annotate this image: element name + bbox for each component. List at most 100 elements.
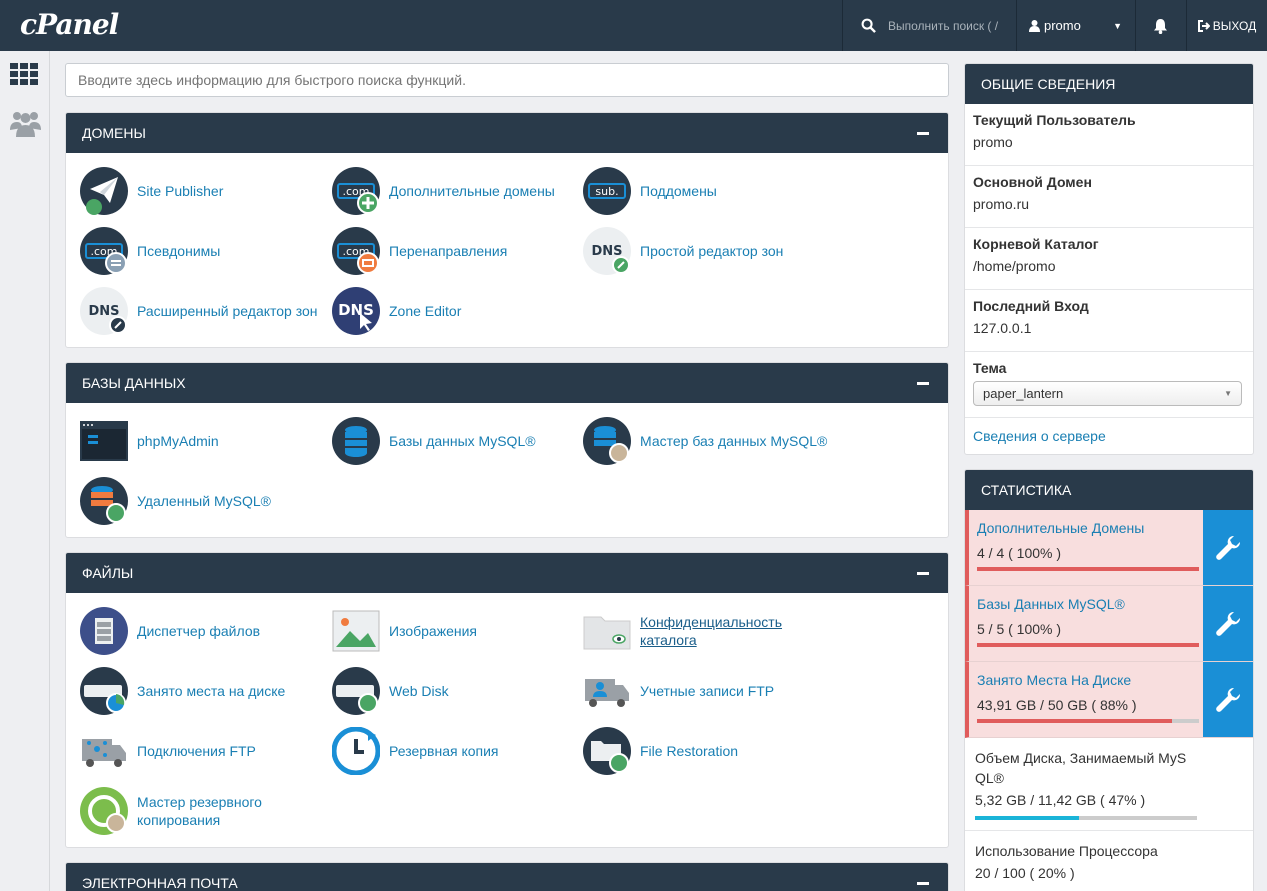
stat-value: 5 / 5 ( 100% ) xyxy=(977,621,1062,637)
top-search[interactable]: Выполнить поиск ( / xyxy=(842,0,1015,51)
zone-editor-icon: DNS xyxy=(332,287,380,335)
aliases-icon: .com xyxy=(80,227,128,275)
ftp-accounts-item[interactable]: Учетные записи FTP xyxy=(583,667,774,715)
logout-button[interactable]: ВЫХОД xyxy=(1186,0,1267,51)
collapse-icon[interactable] xyxy=(917,572,929,575)
ftp-accounts-link[interactable]: Учетные записи FTP xyxy=(640,682,774,700)
images-item[interactable]: Изображения xyxy=(332,607,477,655)
backup-item[interactable]: Резервная копия xyxy=(332,727,499,775)
last-login-row: Последний Вход 127.0.0.1 xyxy=(965,290,1253,352)
directory-privacy-link[interactable]: Конфиденциальность каталога xyxy=(640,613,790,649)
server-info-link[interactable]: Сведения о сервере xyxy=(973,428,1106,444)
current-user-label: Текущий Пользователь xyxy=(973,112,1136,128)
file-restoration-icon xyxy=(583,727,631,775)
backup-wizard-icon xyxy=(80,787,128,835)
remote-mysql-item[interactable]: Удаленный MySQL® xyxy=(80,477,271,525)
email-panel: ЭЛЕКТРОННАЯ ПОЧТА xyxy=(65,862,949,891)
file-manager-link[interactable]: Диспетчер файлов xyxy=(137,622,260,640)
users-icon[interactable] xyxy=(10,108,41,138)
aliases-item[interactable]: .com Псевдонимы xyxy=(80,227,220,275)
disk-usage-link[interactable]: Занято места на диске xyxy=(137,682,285,700)
stat-mysql-disk: Объем Диска, Занимаемый MySQL® 5,32 GB /… xyxy=(965,738,1253,831)
redirects-item[interactable]: .com Перенаправления xyxy=(332,227,507,275)
mysql-wizard-item[interactable]: Мастер баз данных MySQL® xyxy=(583,417,827,465)
wrench-button[interactable] xyxy=(1203,662,1253,737)
stat-addon-domains: Дополнительные Домены 4 / 4 ( 100% ) xyxy=(965,510,1253,586)
mysql-wizard-link[interactable]: Мастер баз данных MySQL® xyxy=(640,432,827,450)
email-header[interactable]: ЭЛЕКТРОННАЯ ПОЧТА xyxy=(66,863,948,891)
theme-row: Тема paper_lantern ▼ xyxy=(965,352,1253,418)
server-info-row: Сведения о сервере xyxy=(965,418,1253,454)
stat-value: 43,91 GB / 50 GB ( 88% ) xyxy=(977,697,1137,713)
folder-privacy-icon xyxy=(583,616,631,650)
stat-value: 4 / 4 ( 100% ) xyxy=(977,545,1062,561)
ftp-connections-link[interactable]: Подключения FTP xyxy=(137,742,256,760)
web-disk-item[interactable]: Web Disk xyxy=(332,667,449,715)
disk-usage-item[interactable]: Занято места на диске xyxy=(80,667,285,715)
addon-domains-item[interactable]: .com Дополнительные домены xyxy=(332,167,555,215)
domains-header[interactable]: ДОМЕНЫ xyxy=(66,113,948,153)
zone-editor-link[interactable]: Zone Editor xyxy=(389,302,461,320)
stat-label[interactable]: Занято Места На Диске xyxy=(977,672,1131,688)
addon-domains-link[interactable]: Дополнительные домены xyxy=(389,182,555,200)
file-restoration-link[interactable]: File Restoration xyxy=(640,742,738,760)
dns-advanced-icon: DNS xyxy=(80,287,128,335)
simple-zone-editor-link[interactable]: Простой редактор зон xyxy=(640,242,783,260)
stat-label[interactable]: Базы Данных MySQL® xyxy=(977,596,1125,612)
files-title: ФАЙЛЫ xyxy=(82,565,134,581)
simple-zone-editor-item[interactable]: DNS Простой редактор зон xyxy=(583,227,783,275)
theme-select[interactable]: paper_lantern ▼ xyxy=(973,381,1242,406)
databases-header[interactable]: БАЗЫ ДАННЫХ xyxy=(66,363,948,403)
notifications-button[interactable] xyxy=(1135,0,1185,51)
advanced-zone-editor-item[interactable]: DNS Расширенный редактор зон xyxy=(80,287,318,335)
wrench-button[interactable] xyxy=(1203,510,1253,585)
directory-privacy-item[interactable]: Конфиденциальность каталога xyxy=(583,607,790,655)
stat-progress-bar xyxy=(975,816,1197,820)
phpmyadmin-icon xyxy=(80,421,128,461)
backup-wizard-link[interactable]: Мастер резервного копирования xyxy=(137,793,277,829)
aliases-link[interactable]: Псевдонимы xyxy=(137,242,220,260)
images-icon xyxy=(332,610,380,652)
mysql-databases-link[interactable]: Базы данных MySQL® xyxy=(389,432,536,450)
subdomains-link[interactable]: Поддомены xyxy=(640,182,717,200)
dns-edit-icon: DNS xyxy=(583,227,631,275)
zone-editor-item[interactable]: DNS Zone Editor xyxy=(332,287,461,335)
mysql-databases-item[interactable]: Базы данных MySQL® xyxy=(332,417,536,465)
collapse-icon[interactable] xyxy=(917,382,929,385)
apps-grid-icon[interactable] xyxy=(10,63,39,85)
file-restoration-item[interactable]: File Restoration xyxy=(583,727,738,775)
web-disk-link[interactable]: Web Disk xyxy=(389,682,449,700)
phpmyadmin-link[interactable]: phpMyAdmin xyxy=(137,432,219,450)
file-manager-item[interactable]: Диспетчер файлов xyxy=(80,607,260,655)
current-user-row: Текущий Пользователь promo xyxy=(965,104,1253,166)
ftp-connections-item[interactable]: Подключения FTP xyxy=(80,727,256,775)
stat-progress-bar xyxy=(977,643,1199,647)
site-publisher-icon xyxy=(80,167,128,215)
site-publisher-link[interactable]: Site Publisher xyxy=(137,182,223,200)
advanced-zone-editor-link[interactable]: Расширенный редактор зон xyxy=(137,302,318,320)
stat-label[interactable]: Дополнительные Домены xyxy=(977,520,1144,536)
images-link[interactable]: Изображения xyxy=(389,622,477,640)
logout-icon xyxy=(1197,19,1210,32)
search-icon xyxy=(861,18,876,33)
remote-mysql-link[interactable]: Удаленный MySQL® xyxy=(137,492,271,510)
email-title: ЭЛЕКТРОННАЯ ПОЧТА xyxy=(82,875,238,891)
redirects-link[interactable]: Перенаправления xyxy=(389,242,507,260)
quick-search-input[interactable] xyxy=(65,63,949,97)
backup-link[interactable]: Резервная копия xyxy=(389,742,499,760)
subdomains-item[interactable]: sub. Поддомены xyxy=(583,167,717,215)
root-directory-value: /home/promo xyxy=(973,258,1056,274)
user-menu[interactable]: promo ▼ xyxy=(1016,0,1134,51)
backup-icon xyxy=(332,727,380,775)
backup-wizard-item[interactable]: Мастер резервного копирования xyxy=(80,787,277,835)
wrench-icon xyxy=(1216,535,1241,560)
collapse-icon[interactable] xyxy=(917,132,929,135)
phpmyadmin-item[interactable]: phpMyAdmin xyxy=(80,417,219,465)
cpanel-logo[interactable]: cPanel xyxy=(20,8,119,41)
root-directory-row: Корневой Каталог/home/promo xyxy=(965,228,1253,290)
files-header[interactable]: ФАЙЛЫ xyxy=(66,553,948,593)
site-publisher-item[interactable]: Site Publisher xyxy=(80,167,223,215)
collapse-icon[interactable] xyxy=(917,882,929,885)
databases-title: БАЗЫ ДАННЫХ xyxy=(82,375,186,391)
wrench-button[interactable] xyxy=(1203,586,1253,661)
